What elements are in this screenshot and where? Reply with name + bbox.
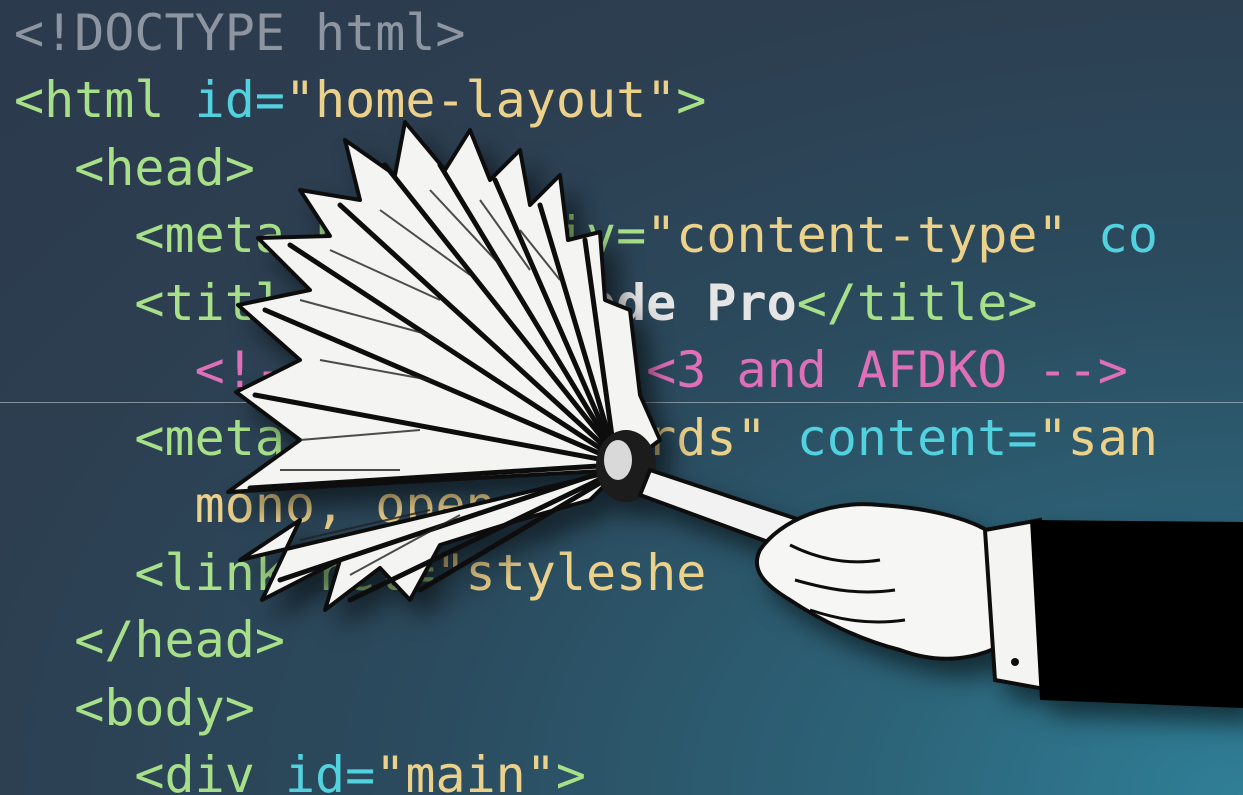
feather-duster-illustration <box>226 120 1243 708</box>
feather-duster-icon <box>226 120 662 612</box>
